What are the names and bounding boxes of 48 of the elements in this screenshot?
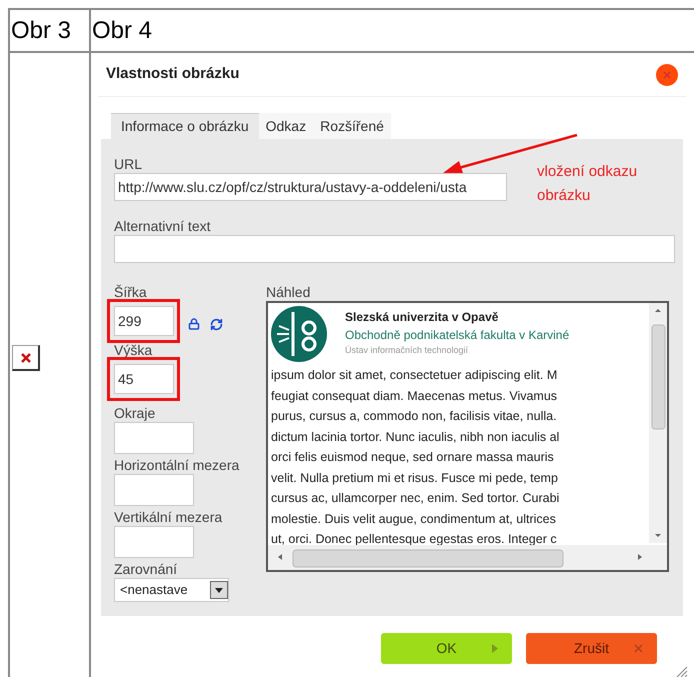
preview-text-line: molestie. Duis velit augue, condimentum at, ultrices [271,510,557,528]
broken-image-icon [12,345,40,371]
table-header: Obr 3 [10,10,91,53]
field-label: Zarovnání [114,561,178,578]
input-field[interactable]: http://www.slu.cz/opf/cz/struktura/ustavy-a-oddeleni/usta [114,173,507,201]
play-icon [492,644,498,653]
field-label: Vertikální mezera [114,509,224,526]
alignment-dropdown[interactable]: <nenastave [114,578,229,602]
preview-text-line: ipsum dolor sit amet, consectetuer adipiscing elit. M [271,367,558,384]
field-label: URL [114,156,144,173]
reset-size-icon[interactable] [210,318,223,331]
field-label: Horizontální mezera [114,457,240,474]
preview-text-line: cursus ac, ullamcorper nec, enim. Sed tortor. Curabi [271,490,560,507]
input-field[interactable] [114,474,194,506]
department-name: Ústav informačních technologií [345,344,470,356]
vertical-scrollbar[interactable] [649,303,667,543]
horizontal-scrollbar[interactable] [268,545,667,570]
input-field[interactable] [114,422,194,454]
lock-icon[interactable] [188,318,200,330]
input-field[interactable] [114,235,675,263]
field-label: Okraje [114,405,156,422]
dialog-button[interactable]: Zrušit [526,633,657,664]
faculty-name: Obchodně podnikatelská fakulta v Karviné [345,327,570,344]
preview-text-line: ut, orci. Donec pellentesque egestas eros. Integer c [271,531,558,548]
tab[interactable]: Odkaz [258,113,314,139]
field-label: Alternativní text [114,218,212,235]
field-label: Šířka [114,285,148,299]
close-icon [663,70,671,78]
close-icon [634,644,643,653]
emblem-icon [271,306,327,362]
input-field[interactable]: 299 [114,306,174,336]
preview-text-line: velit. Nulla pretium mi et risus. Fusce mi pede, temp [271,470,559,487]
preview-text-line: orci felis euismod neque, sed ornare massa mauris [271,449,555,466]
tab[interactable]: Informace o obrázku [111,113,259,139]
preview-text-line: purus, cursus a, commodo non, facilisis vitae, nulla. [271,408,558,425]
field-label: Výška [114,343,154,357]
preview-text-line: dictum lacinia tortor. Nunc iaculis, nibh non iaculis al [271,428,560,446]
input-field[interactable] [114,526,194,558]
dialog-button[interactable]: OK [381,633,512,664]
resize-grip-icon[interactable] [676,666,688,677]
organization-name: Slezská univerzita v Opavě [345,309,500,326]
close-button[interactable] [656,64,678,86]
dialog-title: Vlastnosti obrázku [106,64,240,84]
preview-text-line: feugiat consequat diam. Maecenas metus. Vivamus [271,388,558,405]
tab[interactable]: Rozšířené [313,113,391,139]
field-label: Náhled [266,285,312,299]
annotation-text: vložení odkazu obrázku [537,162,638,206]
input-field[interactable]: 45 [114,364,174,394]
